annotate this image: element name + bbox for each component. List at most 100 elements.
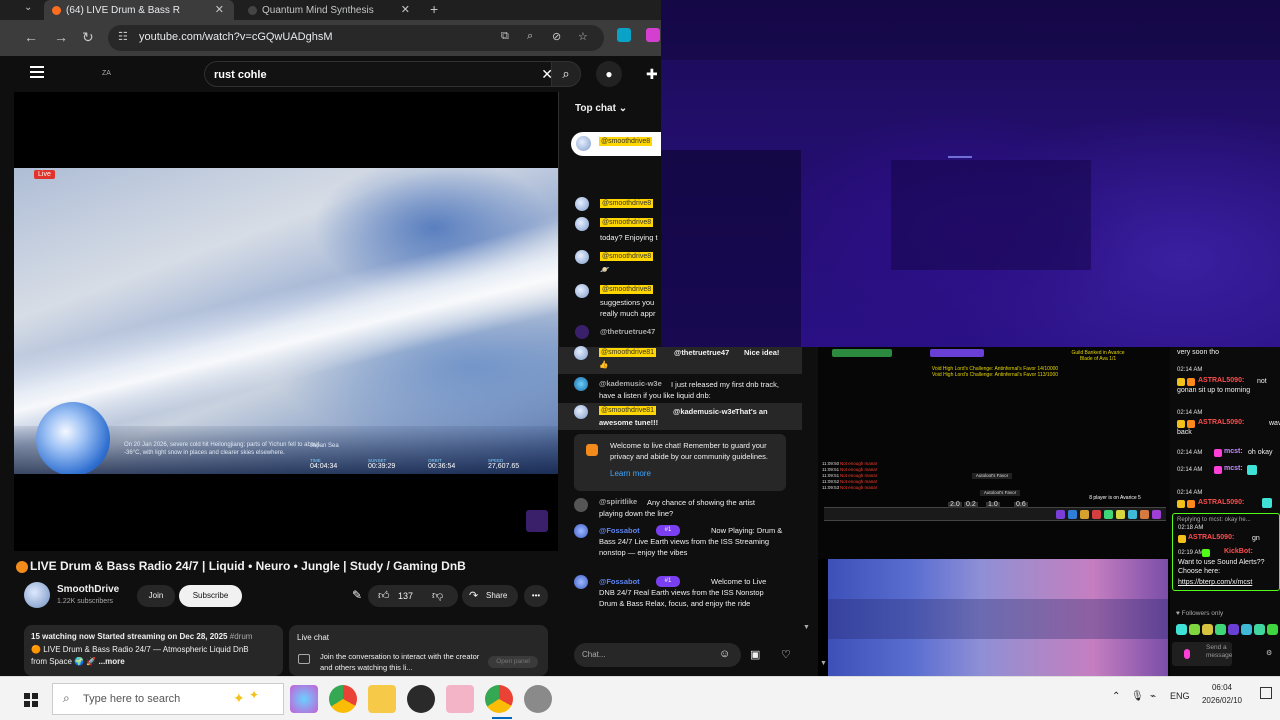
site-info-icon[interactable]: ☷ — [118, 30, 128, 43]
windows-start-icon[interactable] — [24, 693, 38, 707]
thanks-icon[interactable]: ✎ — [352, 588, 362, 602]
heart-icon[interactable]: ♡ — [781, 648, 791, 661]
ability-slot[interactable] — [1140, 510, 1149, 519]
create-icon[interactable]: ✚ — [646, 66, 658, 83]
super-chat-icon[interactable]: ▣ — [750, 648, 760, 661]
menu-icon[interactable] — [30, 66, 44, 78]
learn-more-link[interactable]: Learn more — [610, 469, 651, 478]
tab-youtube-live[interactable]: (64) LIVE Drum & Bass R ✕ — [44, 0, 234, 20]
copilot-icon[interactable] — [290, 685, 318, 713]
join-button[interactable]: Join — [137, 585, 175, 607]
address-bar[interactable]: ☷ youtube.com/watch?v=cGQwUADghsM ⧉ ⌕ ⊘ … — [108, 25, 604, 51]
chat-author[interactable]: mcst: — [1224, 448, 1243, 455]
search-query[interactable]: rust cohle — [214, 69, 267, 81]
language-indicator[interactable]: ENG — [1170, 691, 1190, 701]
settings-icon[interactable]: ⚙ — [1266, 649, 1272, 658]
emote-picker-icon[interactable] — [1184, 649, 1190, 659]
chat-mention[interactable]: @thetruetrue47 — [674, 348, 729, 357]
chat-author[interactable]: @smoothdrive8 — [600, 199, 654, 208]
like-count[interactable]: 137 — [398, 585, 413, 607]
youtube-logo[interactable]: ZA — [102, 70, 111, 77]
ability-slot[interactable] — [1080, 510, 1089, 519]
tab-search-icon[interactable]: ⌄ — [24, 2, 32, 13]
obs-icon[interactable] — [407, 685, 435, 713]
channel-watermark[interactable] — [526, 510, 548, 532]
clock[interactable]: 06:04 2026/02/10 — [1196, 681, 1248, 707]
emote-icon[interactable] — [1215, 624, 1226, 635]
search-input[interactable]: rust cohle ✕ — [204, 61, 564, 87]
cast-icon[interactable]: ⧉ — [501, 30, 509, 43]
chat-link[interactable]: https://bterp.com/x/mcst — [1178, 578, 1252, 587]
chat-input[interactable]: Chat... — [574, 643, 741, 667]
emoji-picker-icon[interactable]: ☺ — [719, 648, 730, 660]
microphone-icon[interactable]: 🎙︎ — [1131, 691, 1144, 702]
chat-author[interactable]: ASTRAL5090: — [1188, 534, 1234, 541]
description-box[interactable]: 15 watching now Started streaming on Dec… — [24, 625, 283, 676]
top-chat-dropdown[interactable]: Top chat ⌄ — [575, 103, 627, 114]
app-icon[interactable] — [446, 685, 474, 713]
like-icon[interactable]: 👍︎ — [378, 585, 390, 607]
emote-icon[interactable] — [1189, 624, 1200, 635]
emote-icon[interactable] — [1267, 624, 1278, 635]
new-tab-icon[interactable]: + — [430, 1, 438, 17]
dislike-icon[interactable]: 👎︎ — [432, 585, 443, 607]
video-frame[interactable]: On 20 Jan 2026, severe cold hit Heilongj… — [14, 168, 558, 474]
chat-author[interactable]: @smoothdrive8 — [600, 218, 654, 227]
message-input[interactable]: Send a message — [1172, 642, 1232, 666]
emote-icon[interactable] — [1202, 624, 1213, 635]
chat-author[interactable]: KickBot: — [1224, 548, 1253, 555]
ability-slot[interactable] — [1104, 510, 1113, 519]
share-button[interactable]: ↷ Share — [462, 585, 518, 607]
voice-search-button[interactable]: ● — [596, 61, 622, 87]
bookmark-star-icon[interactable]: ☆ — [578, 30, 588, 43]
scroll-down-icon[interactable]: ▼ — [803, 624, 810, 631]
back-icon[interactable]: ← — [24, 29, 38, 45]
extension-icon[interactable] — [617, 28, 631, 42]
channel-avatar[interactable] — [24, 582, 50, 608]
tray-overflow-icon[interactable]: ⌃ — [1112, 691, 1120, 702]
scroll-down-icon[interactable]: ▼ — [820, 660, 827, 667]
chat-author[interactable]: ASTRAL5090: — [1198, 499, 1244, 506]
extension-icon[interactable] — [646, 28, 660, 42]
taskbar-search-box[interactable]: ⌕ Type here to search ✦ ✦ — [52, 683, 284, 715]
reload-icon[interactable]: ↻ — [82, 29, 94, 46]
forward-icon[interactable]: → — [54, 29, 68, 45]
ability-slot[interactable] — [1116, 510, 1125, 519]
subscribe-button[interactable]: Subscribe — [179, 585, 242, 607]
more-actions-icon[interactable]: ••• — [524, 585, 548, 607]
close-tab-icon[interactable]: ✕ — [401, 3, 410, 16]
emote-icon[interactable] — [1228, 624, 1239, 635]
video-player[interactable]: On 20 Jan 2026, severe cold hit Heilongj… — [14, 92, 558, 551]
search-button[interactable]: ⌕ — [551, 61, 581, 87]
ability-slot[interactable] — [1128, 510, 1137, 519]
chat-author[interactable]: @thetruetrue47 — [600, 326, 655, 337]
ability-slot[interactable] — [1056, 510, 1065, 519]
pinned-message[interactable]: @smoothdrive8 — [571, 132, 661, 156]
ability-slot[interactable] — [1068, 510, 1077, 519]
chat-author[interactable]: @smoothdrive81 — [599, 348, 657, 357]
emote-icon[interactable] — [1241, 624, 1252, 635]
app-icon[interactable] — [524, 685, 552, 713]
emote-icon[interactable] — [1254, 624, 1265, 635]
more-link[interactable]: ...more — [99, 657, 125, 666]
ability-slot[interactable] — [1152, 510, 1161, 519]
notification-icon[interactable] — [1260, 687, 1272, 699]
file-explorer-icon[interactable] — [368, 685, 396, 713]
chat-author[interactable]: @smoothdrive8 — [600, 252, 654, 261]
url-text[interactable]: youtube.com/watch?v=cGQwUADghsM — [139, 31, 333, 43]
emote-icon[interactable] — [1176, 624, 1187, 635]
network-icon[interactable]: ⌁ — [1150, 691, 1156, 702]
tab-quantum-mind[interactable]: Quantum Mind Synthesis ✕ — [240, 0, 420, 20]
chrome-icon[interactable] — [329, 685, 357, 713]
zoom-icon[interactable]: ⌕ — [527, 30, 533, 43]
reply-context[interactable]: Replying to mcst: okay he... — [1177, 516, 1251, 525]
chrome-profile-icon[interactable] — [485, 685, 513, 713]
eye-off-icon[interactable]: ⊘ — [552, 30, 561, 43]
close-tab-icon[interactable]: ✕ — [215, 3, 224, 16]
ability-slot[interactable] — [1092, 510, 1101, 519]
open-panel-button[interactable]: Open panel — [488, 656, 538, 668]
chat-author[interactable]: mcst: — [1224, 465, 1243, 472]
hashtag[interactable]: #drum — [230, 632, 253, 641]
chat-author[interactable]: @smoothdrive8 — [600, 285, 654, 294]
channel-name[interactable]: SmoothDrive — [57, 584, 119, 595]
